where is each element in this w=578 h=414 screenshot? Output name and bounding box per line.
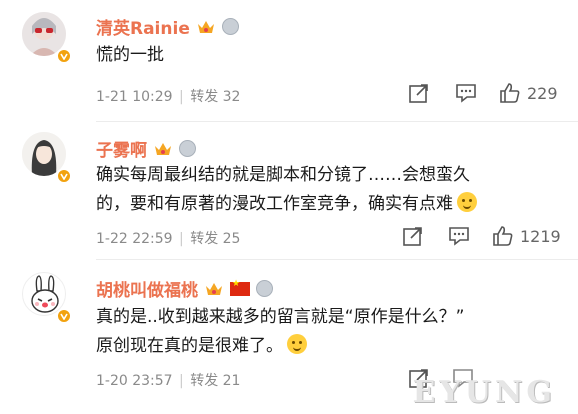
comment-item: 清英Rainie 慌的一批 1-21 10:29 | 转发 32 229: [0, 0, 578, 122]
comment-icon: [456, 84, 476, 103]
comment-text-segment: 原创现在真的是很难了。: [96, 336, 283, 356]
comment-meta: 1-20 23:57 | 转发 21: [96, 370, 240, 390]
meta-separator: |: [179, 373, 184, 389]
comment-date: 1-20 23:57: [96, 373, 173, 389]
watermark: EYUNG: [412, 375, 556, 410]
comment-text-segment: 的，要和有原著的漫改工作室竞争，确实有点难: [96, 194, 453, 214]
like-icon: [500, 83, 520, 103]
medal-icon[interactable]: [256, 280, 273, 297]
comment-meta: 1-22 22:59 | 转发 25: [96, 228, 240, 248]
verified-icon: [56, 168, 72, 184]
crown-icon[interactable]: [153, 141, 173, 157]
comment-text: 慌的一批: [96, 45, 164, 65]
crown-icon[interactable]: [204, 281, 224, 297]
comment-text-line: 确实每周最纠结的就是脚本和分镜了……会想蛮久: [96, 165, 470, 185]
medal-icon[interactable]: [179, 140, 196, 157]
comment-date: 1-21 10:29: [96, 89, 173, 105]
share-button[interactable]: [402, 225, 424, 247]
comment-meta: 1-21 10:29 | 转发 32: [96, 86, 240, 106]
like-icon: [493, 226, 513, 246]
comment-item: 子雾啊 确实每周最纠结的就是脚本和分镜了……会想蛮久 的，要和有原著的漫改工作室…: [0, 122, 578, 260]
comment-button[interactable]: [448, 225, 470, 247]
like-button[interactable]: 229: [499, 82, 558, 104]
crying-laughing-emoji-icon: [457, 192, 477, 212]
comment-icon: [449, 227, 469, 246]
username[interactable]: 胡桃叫做福桃: [96, 276, 198, 301]
forward-count[interactable]: 转发 32: [190, 89, 240, 105]
share-icon: [403, 227, 422, 246]
smile-emoji-icon: [287, 334, 307, 354]
username[interactable]: 子雾啊: [96, 136, 147, 161]
comment-text: 真的是..收到越来越多的留言就是“原作是什么？” 原创现在真的是很难了。: [96, 303, 566, 361]
username[interactable]: 清英Rainie: [96, 14, 190, 39]
name-row: 子雾啊: [96, 136, 196, 161]
meta-separator: |: [179, 89, 184, 105]
comment-button[interactable]: [455, 82, 477, 104]
like-count: 1219: [520, 226, 561, 246]
comment-text: 确实每周最纠结的就是脚本和分镜了……会想蛮久 的，要和有原著的漫改工作室竞争，确…: [96, 161, 566, 219]
like-button[interactable]: 1219: [492, 225, 561, 247]
like-count: 229: [527, 83, 558, 103]
medal-icon[interactable]: [221, 18, 239, 35]
share-button[interactable]: [408, 82, 430, 104]
comment-text-line: 的，要和有原著的漫改工作室竞争，确实有点难: [96, 190, 566, 219]
name-row: 清英Rainie: [96, 14, 239, 39]
comment-date: 1-22 22:59: [96, 231, 173, 247]
comment-text-line: 原创现在真的是很难了。: [96, 332, 566, 361]
name-row: 胡桃叫做福桃: [96, 276, 273, 301]
share-icon: [409, 84, 428, 103]
forward-count[interactable]: 转发 25: [190, 231, 240, 247]
comment-text-line: 真的是..收到越来越多的留言就是“原作是什么？”: [96, 307, 465, 327]
flag-icon[interactable]: [230, 279, 250, 296]
forward-count[interactable]: 转发 21: [190, 373, 240, 389]
meta-separator: |: [179, 231, 184, 247]
verified-icon: [56, 308, 72, 324]
verified-icon: [56, 48, 72, 64]
crown-icon[interactable]: [196, 19, 216, 35]
